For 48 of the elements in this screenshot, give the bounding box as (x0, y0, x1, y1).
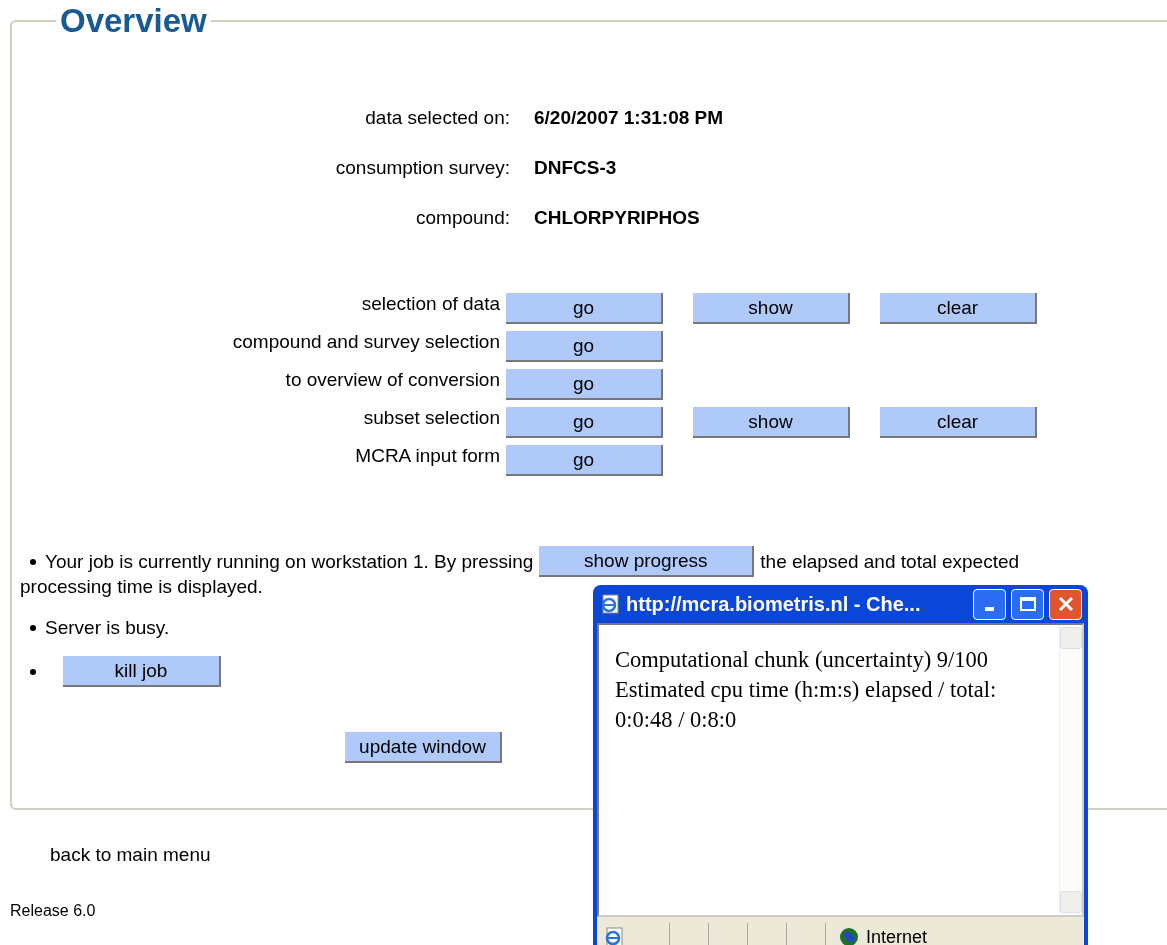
action-label: subset selection (362, 407, 500, 429)
update-window-button[interactable]: update window (345, 732, 502, 763)
progress-text: Computational chunk (uncertainty) 9/100 (615, 646, 990, 674)
zone-text: Internet (866, 926, 928, 945)
browser-icon (599, 593, 621, 615)
panel-title: Overview (59, 2, 208, 40)
progress-text: Estimated cpu time (h:m:s) elapsed / total: (615, 676, 998, 704)
message-text: Server is busy. (45, 616, 170, 639)
show-progress-button[interactable]: show progress (539, 546, 755, 577)
minimize-icon (985, 607, 994, 611)
maximize-icon (1019, 597, 1036, 611)
globe-icon (838, 926, 860, 945)
bullet-icon (30, 668, 36, 675)
action-button[interactable]: show (693, 293, 850, 324)
action-label: compound and survey selection (231, 331, 500, 353)
progress-text: 0:0:48 / 0:8:0 (615, 706, 738, 734)
message-text: processing time is displayed. (20, 576, 263, 597)
action-button[interactable]: go (506, 331, 663, 362)
action-button[interactable]: go (506, 369, 663, 400)
close-button[interactable] (1049, 588, 1082, 620)
message-text: Your job is currently running on workstation 1. By pressing (45, 550, 534, 573)
window-title: http://mcra.biometris.nl - Che... (626, 592, 922, 616)
maximize-button[interactable] (1011, 588, 1044, 620)
action-label: to overview of conversion (284, 369, 500, 391)
action-button[interactable]: go (506, 293, 663, 324)
action-label: selection of data (360, 293, 500, 315)
info-value: DNFCS-3 (534, 157, 617, 179)
close-icon (1057, 596, 1074, 612)
action-label: MCRA input form (354, 445, 500, 467)
info-label: compound: (415, 207, 511, 229)
info-value: CHLORPYRIPHOS (534, 207, 700, 229)
bullet-icon (30, 624, 36, 631)
kill-job-button[interactable]: kill job (63, 656, 221, 687)
info-value: 6/20/2007 1:31:08 PM (534, 107, 724, 129)
action-button[interactable]: clear (880, 293, 1037, 324)
action-button[interactable]: show (693, 407, 850, 438)
message-text: the elapsed and total expected (760, 550, 1020, 573)
minimize-button[interactable] (973, 588, 1006, 620)
action-button[interactable]: clear (880, 407, 1037, 438)
info-label: data selected on: (364, 107, 511, 129)
back-link[interactable]: back to main menu (50, 844, 211, 866)
info-label: consumption survey: (334, 157, 511, 179)
release-text: Release 6.0 (10, 902, 97, 920)
page-icon (603, 926, 625, 945)
bullet-icon (30, 558, 36, 565)
action-button[interactable]: go (506, 445, 663, 476)
scrollbar[interactable] (1059, 625, 1082, 915)
action-button[interactable]: go (506, 407, 663, 438)
